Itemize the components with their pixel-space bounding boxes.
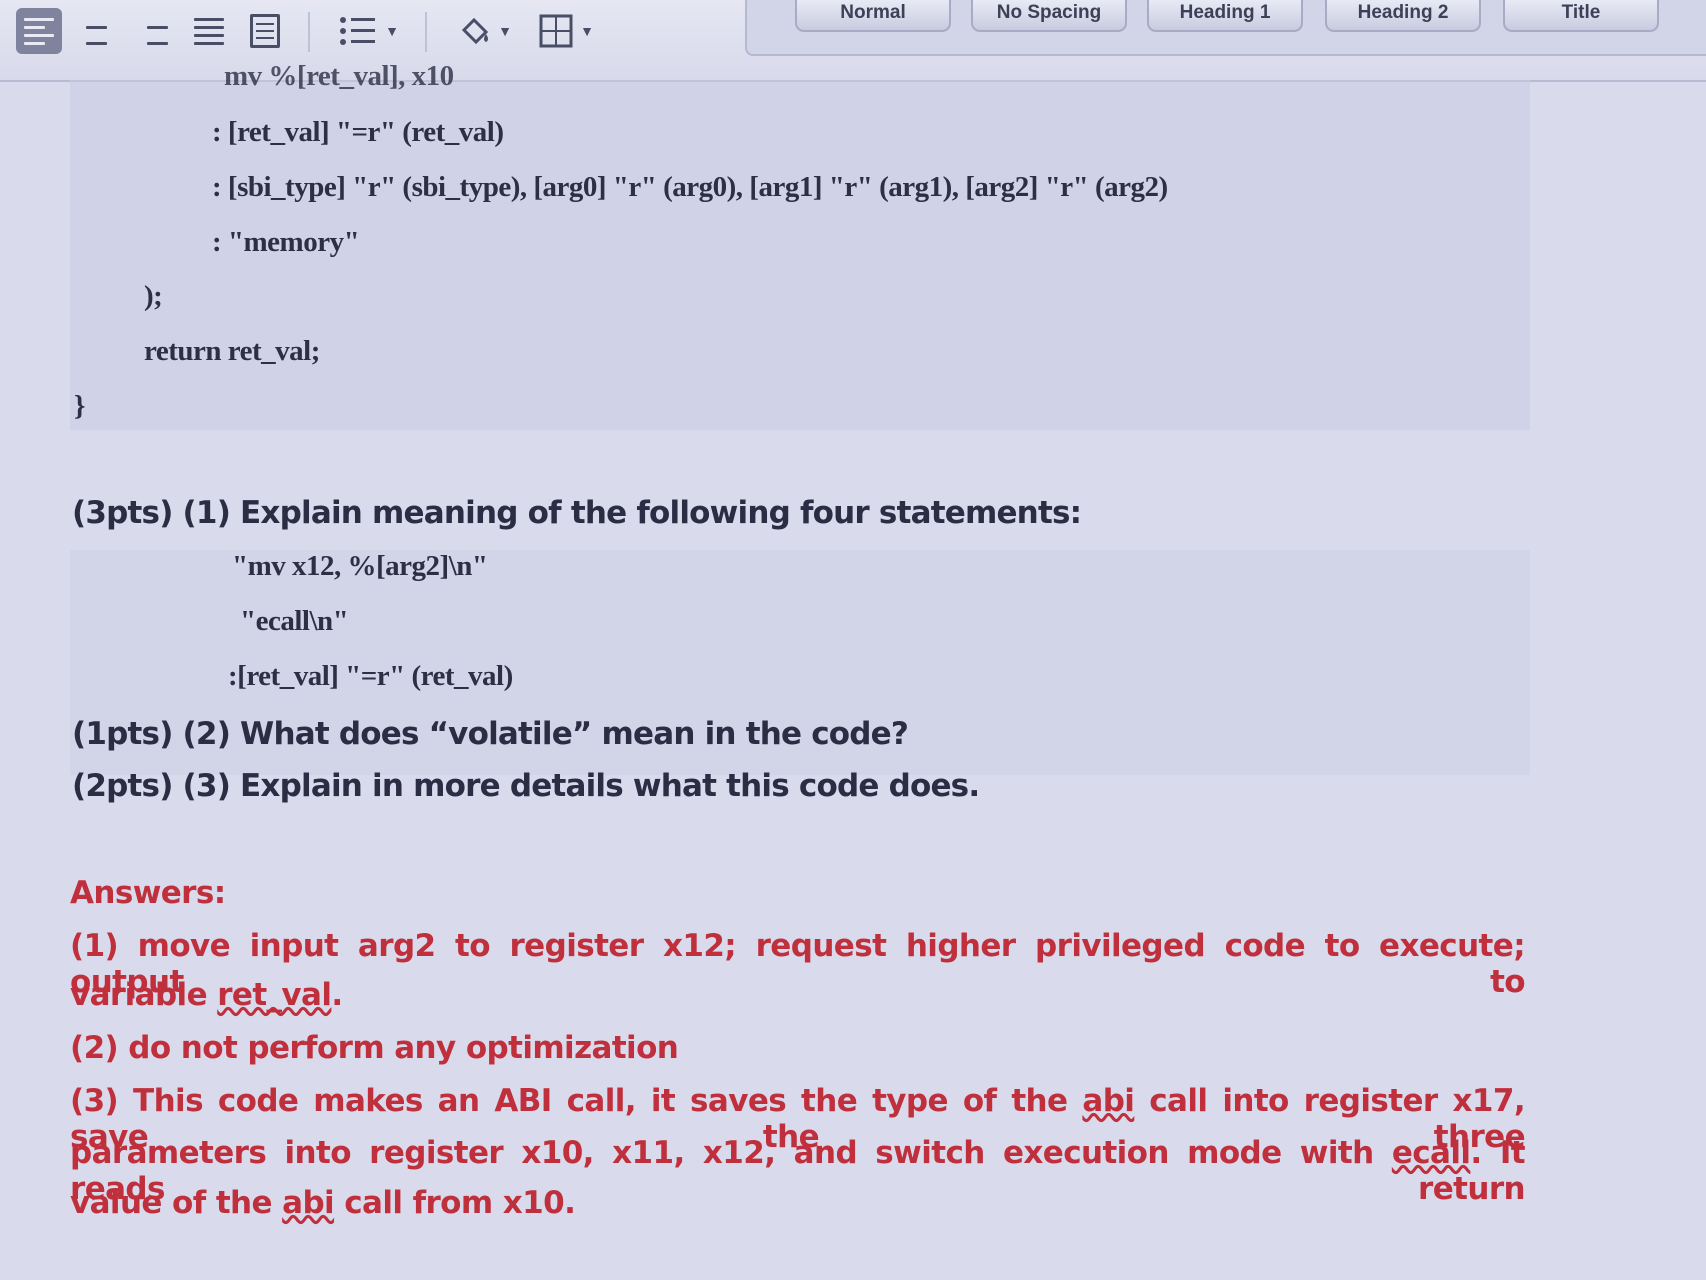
- fill-color-icon[interactable]: ▼: [450, 8, 520, 54]
- chevron-down-icon[interactable]: ▼: [498, 23, 512, 39]
- answer-3-line-3: value of the abi call from x10.: [70, 1185, 1525, 1221]
- spell-underlined-word: ret_val: [217, 977, 332, 1013]
- answer-text: parameters into register x10, x11, x12, …: [70, 1135, 1392, 1171]
- code-line: : [ret_val] "=r" (ret_val): [212, 116, 504, 148]
- chevron-down-icon[interactable]: ▼: [580, 23, 594, 39]
- code-line: : [sbi_type] "r" (sbi_type), [arg0] "r" …: [212, 171, 1168, 203]
- answer-text: (3) This code makes an ABI call, it save…: [70, 1083, 1083, 1119]
- borders-icon[interactable]: ▼: [528, 8, 604, 54]
- answers-heading: Answers:: [70, 875, 226, 911]
- code-line: return ret_val;: [144, 335, 320, 367]
- answer-2: (2) do not perform any optimization: [70, 1030, 679, 1066]
- toolbar-separator: [308, 12, 310, 52]
- question-3: (2pts) (3) Explain in more details what …: [72, 768, 980, 804]
- statement-3: :[ret_val] "=r" (ret_val): [228, 660, 513, 692]
- code-line: }: [74, 390, 85, 422]
- statement-1: "mv x12, %[arg2]\n": [232, 550, 488, 582]
- align-left-icon[interactable]: [16, 8, 62, 54]
- code-line: mv %[ret_val], x10: [224, 60, 454, 92]
- code-line: );: [144, 280, 163, 312]
- code-line: : "memory": [212, 226, 360, 258]
- chevron-down-icon[interactable]: ▼: [385, 23, 399, 39]
- justify-icon[interactable]: [186, 8, 232, 54]
- bullet-list-icon[interactable]: ▼: [334, 8, 404, 54]
- answer-text: value of the: [70, 1185, 283, 1221]
- style-heading-2[interactable]: Heading 2: [1325, 0, 1481, 32]
- statement-2: "ecall\n": [240, 605, 349, 637]
- spell-underlined-word: abi: [1082, 1083, 1135, 1119]
- style-no-spacing[interactable]: No Spacing: [971, 0, 1127, 32]
- document-body[interactable]: mv %[ret_val], x10 : [ret_val] "=r" (ret…: [0, 60, 1706, 1280]
- question-2: (1pts) (2) What does “volatile” mean in …: [72, 716, 909, 752]
- style-heading-1[interactable]: Heading 1: [1147, 0, 1303, 32]
- question-1: (3pts) (1) Explain meaning of the follow…: [72, 495, 1082, 531]
- style-title[interactable]: Title: [1503, 0, 1659, 32]
- spell-underlined-word: ecall: [1391, 1135, 1471, 1171]
- answer-text: variable: [70, 977, 218, 1013]
- align-right-icon[interactable]: [130, 8, 176, 54]
- styles-gallery: Normal No Spacing Heading 1 Heading 2 Ti…: [745, 0, 1706, 56]
- align-center-icon[interactable]: [73, 8, 119, 54]
- toolbar-separator: [425, 12, 427, 52]
- style-normal[interactable]: Normal: [795, 0, 951, 32]
- answer-text: call from x10.: [334, 1185, 576, 1221]
- spell-underlined-word: abi: [282, 1185, 335, 1221]
- answer-text: .: [331, 977, 343, 1013]
- distributed-icon[interactable]: [242, 8, 288, 54]
- answer-1-line-2: variable ret_val.: [70, 977, 1525, 1013]
